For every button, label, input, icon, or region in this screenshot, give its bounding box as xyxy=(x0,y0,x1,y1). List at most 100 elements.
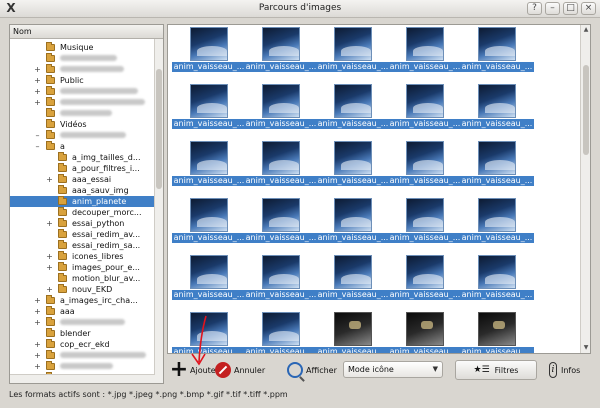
tree-item[interactable]: blender xyxy=(10,328,155,339)
thumbnail-item[interactable]: anim_vaisseau_... xyxy=(172,198,246,244)
thumbnail-item[interactable]: anim_vaisseau_... xyxy=(172,27,246,73)
tree-item[interactable]: + cop_ecr_ekd xyxy=(10,339,155,350)
cancel-button[interactable]: Annuler xyxy=(215,360,265,380)
collapse-icon[interactable]: – xyxy=(34,141,41,152)
tree-column-header[interactable]: Nom xyxy=(10,25,163,39)
scroll-down-icon[interactable]: ▼ xyxy=(582,344,590,352)
thumbnail-caption: anim_vaisseau_... xyxy=(316,347,390,353)
thumbnail-item[interactable]: anim_vaisseau_... xyxy=(316,141,390,187)
expand-icon[interactable]: + xyxy=(46,284,53,295)
thumbnail-item[interactable]: anim_vaisseau_... xyxy=(244,255,318,301)
tree-item[interactable]: + aaa xyxy=(10,306,155,317)
thumbnail-item[interactable]: anim_vaisseau_... xyxy=(460,312,534,353)
display-mode-select[interactable]: Mode icône ▼ xyxy=(343,361,443,378)
thumbnail-item[interactable]: anim_vaisseau_... xyxy=(316,27,390,73)
tree-item[interactable]: motion_blur_av... xyxy=(10,273,155,284)
thumbnail-item[interactable]: anim_vaisseau_... xyxy=(172,141,246,187)
maximize-button[interactable]: □ xyxy=(563,2,578,15)
tree-item[interactable]: + a_images_irc_cha... xyxy=(10,295,155,306)
thumbnail-item[interactable]: anim_vaisseau_... xyxy=(244,141,318,187)
thumbnail-item[interactable]: anim_vaisseau_... xyxy=(172,255,246,301)
tree-item[interactable]: + xyxy=(10,64,155,75)
tree-item[interactable]: Musique xyxy=(10,42,155,53)
expand-icon[interactable]: + xyxy=(34,350,41,361)
close-button[interactable]: × xyxy=(581,2,596,15)
tree-item[interactable]: + xyxy=(10,361,155,372)
thumbnail-item[interactable]: anim_vaisseau_... xyxy=(316,312,390,353)
tree-item[interactable]: + images_pour_e... xyxy=(10,262,155,273)
tree-item[interactable]: – a xyxy=(10,141,155,152)
tree-item[interactable]: anim_planete xyxy=(10,196,155,207)
thumbnail-item[interactable]: anim_vaisseau_... xyxy=(460,84,534,130)
tree-item[interactable]: + icones_libres xyxy=(10,251,155,262)
tree-item[interactable]: aaa_sauv_img xyxy=(10,185,155,196)
tree-item[interactable]: a_pour_filtres_i... xyxy=(10,163,155,174)
expand-icon[interactable]: + xyxy=(34,75,41,86)
tree-item[interactable]: + nouv_EKD xyxy=(10,284,155,295)
tree-item[interactable] xyxy=(10,53,155,64)
thumbnail-item[interactable]: anim_vaisseau_... xyxy=(388,141,462,187)
expand-icon[interactable]: + xyxy=(34,306,41,317)
thumbnail-item[interactable]: anim_vaisseau_... xyxy=(244,84,318,130)
thumbnail-item[interactable]: anim_vaisseau_... xyxy=(316,198,390,244)
help-button[interactable]: ? xyxy=(527,2,542,15)
expand-icon[interactable]: + xyxy=(34,295,41,306)
tree-item[interactable]: + xyxy=(10,350,155,361)
grid-vertical-scrollbar[interactable]: ▲ ▼ xyxy=(580,25,590,353)
tree-item[interactable]: essai_redim_sa... xyxy=(10,240,155,251)
tree-item[interactable] xyxy=(10,108,155,119)
thumbnail-item[interactable]: anim_vaisseau_... xyxy=(388,312,462,353)
folder-icon xyxy=(46,130,55,139)
expand-icon[interactable]: + xyxy=(46,251,53,262)
expand-icon[interactable]: + xyxy=(46,174,53,185)
expand-icon[interactable]: + xyxy=(34,64,41,75)
tree-vertical-scrollbar[interactable] xyxy=(154,39,163,383)
expand-icon[interactable]: + xyxy=(34,86,41,97)
expand-icon[interactable]: + xyxy=(34,339,41,350)
tree-item-label: decouper_morc... xyxy=(72,208,142,217)
thumbnail-item[interactable]: anim_vaisseau_... xyxy=(244,198,318,244)
thumbnail-item[interactable]: anim_vaisseau_... xyxy=(244,312,318,353)
tree-item[interactable]: a_img_tailles_d... xyxy=(10,152,155,163)
view-button[interactable]: Afficher xyxy=(287,360,337,380)
minimize-button[interactable]: – xyxy=(545,2,560,15)
tree-item[interactable]: + Public xyxy=(10,75,155,86)
expand-icon[interactable]: + xyxy=(34,361,41,372)
filters-button[interactable]: ★☰ Filtres xyxy=(455,360,537,380)
expand-icon[interactable]: + xyxy=(34,97,41,108)
thumbnail-item[interactable]: anim_vaisseau_... xyxy=(172,84,246,130)
folder-icon xyxy=(46,108,55,117)
thumbnail-item[interactable]: anim_vaisseau_... xyxy=(460,255,534,301)
tree-item[interactable]: – xyxy=(10,130,155,141)
collapse-icon[interactable]: – xyxy=(34,130,41,141)
info-button[interactable]: i Infos xyxy=(549,360,580,380)
tree-item[interactable]: decouper_morc... xyxy=(10,207,155,218)
thumbnail-item[interactable]: anim_vaisseau_... xyxy=(316,84,390,130)
tree-item[interactable]: essai_redim_av... xyxy=(10,229,155,240)
thumbnail-item[interactable]: anim_vaisseau_... xyxy=(388,27,462,73)
thumbnail-item[interactable]: anim_vaisseau_... xyxy=(172,312,246,353)
expand-icon[interactable]: + xyxy=(46,262,53,273)
add-button[interactable]: + Ajouter xyxy=(170,359,219,381)
thumbnail-item[interactable]: anim_vaisseau_... xyxy=(316,255,390,301)
tree-item[interactable]: + xyxy=(10,86,155,97)
thumbnail-item[interactable]: anim_vaisseau_... xyxy=(388,84,462,130)
thumbnail-item[interactable]: anim_vaisseau_... xyxy=(460,198,534,244)
tree-item[interactable]: + xyxy=(10,317,155,328)
tree-horizontal-scrollbar[interactable] xyxy=(10,374,155,383)
tree-item[interactable]: Vidéos xyxy=(10,119,155,130)
tree-item[interactable]: + aaa_essai xyxy=(10,174,155,185)
tree-item[interactable]: + essai_python xyxy=(10,218,155,229)
scroll-up-icon[interactable]: ▲ xyxy=(582,26,590,34)
thumbnail-item[interactable]: anim_vaisseau_... xyxy=(244,27,318,73)
expand-icon[interactable]: + xyxy=(46,218,53,229)
thumbnail-item[interactable]: anim_vaisseau_... xyxy=(388,255,462,301)
tree-item[interactable]: + xyxy=(10,97,155,108)
expand-icon[interactable]: + xyxy=(34,317,41,328)
thumbnail-item[interactable]: anim_vaisseau_... xyxy=(460,141,534,187)
thumbnail-item[interactable]: anim_vaisseau_... xyxy=(460,27,534,73)
folder-tree[interactable]: Nom Musique + + Public + + Vidéos – – a a_img_tail… xyxy=(9,24,164,384)
tree-scroll-thumb[interactable] xyxy=(156,69,162,189)
grid-scroll-thumb[interactable] xyxy=(583,65,589,155)
thumbnail-item[interactable]: anim_vaisseau_... xyxy=(388,198,462,244)
